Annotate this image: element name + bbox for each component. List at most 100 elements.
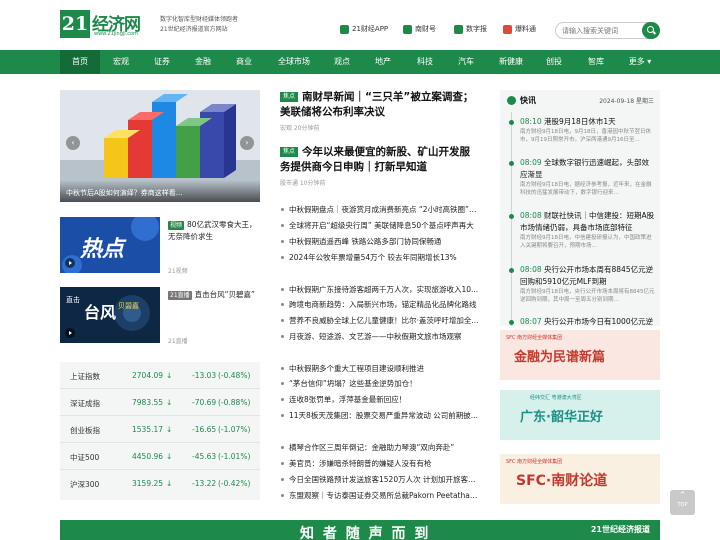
chevron-up-icon: ⌃ (678, 491, 687, 501)
search-input[interactable] (562, 25, 642, 37)
nav-global-markets[interactable]: 全球市场 (272, 50, 316, 74)
side-item-2[interactable]: 21直播 直击台风“贝碧嘉” (168, 289, 263, 301)
header-link-nancaihao[interactable]: 南财号 (403, 24, 436, 34)
news-item[interactable]: 2024年公牧年票增量54万个 较去年同期增长13% (280, 252, 480, 263)
typhoon-thumb-top: 直击 (66, 296, 80, 304)
nav-business[interactable]: 商业 (225, 50, 263, 74)
nav-home[interactable]: 首页 (60, 50, 100, 74)
bottom-ad-text: 知 者 随 声 而 到 (300, 526, 431, 540)
hero-carousel[interactable]: 中秋节后A股如何演绎？券商这样看... ‹ › (60, 90, 260, 202)
news-item[interactable]: 营养不良威胁全球上亿儿童健康！比尔·盖茨呼吁增加全... (280, 315, 480, 326)
timeline-dot (509, 320, 514, 325)
banner-finance-people[interactable]: SFC 南方财经全媒体集团 金融为民谱新篇 (500, 330, 660, 380)
header-link-report[interactable]: 爆料通 (503, 24, 536, 34)
side-meta-1: 21视频 (168, 268, 188, 275)
nav-opinion[interactable]: 观点 (323, 50, 361, 74)
news-item[interactable]: 月夜游、短途游、文艺游——中秋假期文旅市场观察 (280, 331, 480, 342)
hot-thumb-text: 热点 (80, 236, 125, 262)
video-thumb-typhoon[interactable]: 直击 台风 贝碧嘉 (60, 287, 160, 343)
side-badge-1: 视频 (168, 221, 185, 230)
newspaper-icon (454, 24, 463, 34)
carousel-prev-icon[interactable]: ‹ (66, 136, 80, 150)
side-item-1[interactable]: 视频 80亿武汉零食大王，无奈降价求生 (168, 219, 263, 243)
news-item[interactable]: 东盟观察｜专访泰国证券交易所总裁Pakorn Peetathaw... (280, 490, 480, 501)
flash-news-panel: 快讯 2024-09-18 星期三 08:10 港股9月18日休市1天 南方财经… (500, 90, 660, 326)
nav-securities[interactable]: 证券 (143, 50, 181, 74)
nancai-icon (403, 24, 412, 34)
stock-row[interactable]: 中证500 4450.96 ↓ -45.63 (-1.01%) (60, 443, 260, 470)
banner-3-text: SFC·南财论道 (516, 473, 608, 489)
headline-meta-1: 宏观 20分钟前 (280, 125, 320, 132)
mobile-app-icon (340, 24, 349, 34)
chevron-down-icon: ▾ (644, 57, 652, 66)
carousel-next-icon[interactable]: › (240, 136, 254, 150)
carousel-caption[interactable]: 中秋节后A股如何演绎？券商这样看... (60, 180, 260, 202)
flash-item[interactable]: 08:10 港股9月18日休市1天 南方财经9月18日电，9月18日，香港因中秋… (509, 116, 656, 144)
banner-2-top: 经纬交汇 粤港澳大湾区 (530, 395, 582, 401)
banner-guangdong[interactable]: 经纬交汇 粤港澳大湾区 广东·韶华正好 (500, 390, 660, 440)
nav-auto[interactable]: 汽车 (447, 50, 485, 74)
arrow-down-icon: ↓ (166, 452, 173, 461)
site-logo[interactable]: 21 经济网 www.21jingji.com (60, 10, 150, 40)
stock-row[interactable]: 创业板指 1535.17 ↓ -16.65 (-1.07%) (60, 416, 260, 443)
news-item[interactable]: 11天8板天茂集团：股票交易严重异常波动 公司前期披... (280, 410, 480, 421)
news-item[interactable]: 中秋假期逍遥西峰 铁路公路多部门协同保畅通 (280, 236, 480, 247)
flash-item[interactable]: 08:07 央行公开市场今日有1000亿元逆回购到期 (509, 316, 656, 326)
news-item[interactable]: 连收8张罚单，浮萍基金最新回应！ (280, 394, 480, 405)
arrow-down-icon: ↓ (166, 479, 173, 488)
slogan: 数字化智库型财经媒体领跑者 21世纪经济报道官方网站 (160, 15, 238, 35)
nav-macro[interactable]: 宏观 (102, 50, 140, 74)
stock-row[interactable]: 上证指数 2704.09 ↓ -13.03 (-0.48%) (60, 362, 260, 389)
news-item[interactable]: 中秋假期盘点｜夜游赏月成消费新亮点 “2小时高铁圈”人... (280, 204, 480, 215)
header-link-app[interactable]: 21财经APP (340, 24, 388, 34)
bottom-banner-ad[interactable]: 知 者 随 声 而 到 21世纪经济报道 (60, 520, 660, 540)
headline-meta-2: 股市通 10分钟前 (280, 180, 326, 187)
bottom-ad-brand: 21世纪经济报道 (590, 525, 650, 534)
banner-1-text: 金融为民谱新篇 (514, 350, 606, 365)
timeline-dot (509, 120, 514, 125)
nav-finance[interactable]: 金融 (184, 50, 222, 74)
news-item[interactable]: 全球将开启“超级央行周” 美联储降息50个基点呼声再大 (280, 220, 480, 231)
flash-item[interactable]: 08:09 全球数字银行迅速崛起，头部效应渐显 南方财经9月18日电，据经济参考… (509, 157, 656, 197)
search-icon[interactable] (642, 22, 660, 39)
headline-1[interactable]: 焦点 南财早新闻｜“三只羊”被立案调查；美联储将公布利率决议 (280, 90, 480, 120)
timeline-dot (509, 161, 514, 166)
arrow-down-icon: ↓ (166, 425, 173, 434)
news-item[interactable]: 中秋假期广东接待游客超两千万人次，实现旅游收入10... (280, 284, 480, 295)
stock-row[interactable]: 深证成指 7983.55 ↓ -70.69 (-0.88%) (60, 389, 260, 416)
news-item[interactable]: 横琴合作区三周年倒记：金融助力琴澳“双向奔赴” (280, 442, 480, 453)
play-icon (65, 258, 75, 268)
clock-icon (507, 96, 516, 105)
banner-sfc-forum[interactable]: SFC 南方财经全媒体集团 SFC·南财论道 (500, 454, 660, 504)
side-title-2: 直击台风“贝碧嘉” (194, 290, 255, 299)
logo-url: www.21jingji.com (94, 31, 138, 37)
banner-2-text: 广东·韶华正好 (520, 410, 603, 425)
back-to-top-button[interactable]: ⌃ TOP (670, 490, 695, 515)
stock-index-panel: 上证指数 2704.09 ↓ -13.03 (-0.48%) 深证成指 7983… (60, 362, 260, 500)
flash-header: 快讯 2024-09-18 星期三 (500, 90, 660, 110)
headline-badge-1: 焦点 (280, 92, 299, 102)
news-item[interactable]: 中秋假期多个重大工程项目建设顺利推进 (280, 363, 480, 374)
news-item[interactable]: 跨境电商新趋势：入局新兴市场，锚定精品化品牌化路线 (280, 299, 480, 310)
nav-real-estate[interactable]: 地产 (364, 50, 402, 74)
nav-think-tank[interactable]: 智库 (577, 50, 615, 74)
nav-health[interactable]: 新健康 (490, 50, 532, 74)
news-item[interactable]: 美官员：涉嫌暗杀特朗普的嫌疑人没有有枪 (280, 458, 480, 469)
news-item[interactable]: “茅台信仰”坍塌？这些基金逆势加仓！ (280, 378, 480, 389)
headline-2[interactable]: 焦点 今年以来最便宜的新股、矿山开发服务提供商今日申购｜打新早知道 (280, 145, 480, 175)
video-thumb-hot[interactable]: 热点 (60, 217, 160, 273)
flash-item[interactable]: 08:08 央行公开市场本周有8845亿元逆回购和5910亿元MLF到期 南方财… (509, 264, 656, 304)
nav-more[interactable]: 更多 ▾ (620, 50, 660, 74)
timeline-dot (509, 214, 514, 219)
nav-venture[interactable]: 创投 (535, 50, 573, 74)
flash-item[interactable]: 08:08 财联社快讯｜中信建投：短期A股市场情绪仍弱，具备市场底部特征 南方财… (509, 210, 656, 250)
stock-row[interactable]: 沪深300 3159.25 ↓ -13.22 (-0.42%) (60, 470, 260, 497)
header-link-newspaper[interactable]: 数字报 (454, 24, 487, 34)
news-item[interactable]: 今日全国铁路预计发送旅客1520万人次 计划加开旅客列... (280, 474, 480, 485)
logo-mark: 21 (60, 10, 90, 38)
report-icon (503, 24, 512, 34)
headline-title-2: 今年以来最便宜的新股、矿山开发服务提供商今日申购｜打新早知道 (280, 146, 471, 173)
slogan-line-1: 数字化智库型财经媒体领跑者 (160, 16, 239, 23)
arrow-down-icon: ↓ (166, 371, 173, 380)
nav-tech[interactable]: 科技 (406, 50, 444, 74)
